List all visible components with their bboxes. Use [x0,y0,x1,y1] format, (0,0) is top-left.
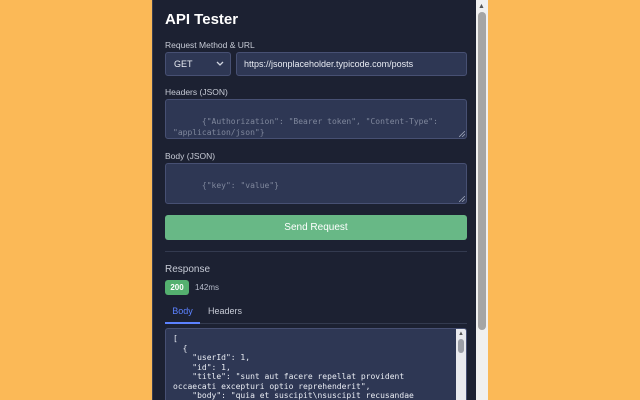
divider [165,251,467,252]
response-time: 142ms [195,283,220,292]
headers-placeholder: {"Authorization": "Bearer token", "Conte… [173,117,443,137]
api-tester-panel: API Tester Request Method & URL GET http… [152,0,488,400]
response-body-output: [ { "userId": 1, "id": 1, "title": "sunt… [165,328,467,400]
body-textarea[interactable]: {"key": "value"} [165,163,467,204]
method-select[interactable]: GET [165,52,231,76]
app-title: API Tester [165,11,239,28]
url-input[interactable]: https://jsonplaceholder.typicode.com/pos… [236,52,467,76]
method-url-label: Request Method & URL [165,40,255,50]
output-scrollbar[interactable]: ▲ [456,329,466,400]
send-request-button[interactable]: Send Request [165,215,467,240]
tab-body[interactable]: Body [165,306,200,324]
method-select-value: GET [174,59,193,69]
response-body-text: [ { "userId": 1, "id": 1, "title": "sunt… [173,334,414,400]
scroll-up-icon[interactable]: ▲ [458,331,464,337]
page-scrollbar[interactable]: ▲ [476,0,488,400]
tab-headers[interactable]: Headers [208,306,242,322]
response-tabs: Body Headers [165,302,467,324]
response-label: Response [165,264,211,275]
body-placeholder: {"key": "value"} [201,181,279,190]
scroll-up-icon[interactable]: ▲ [478,3,485,10]
status-badge: 200 [165,280,189,295]
headers-label: Headers (JSON) [165,87,228,97]
headers-textarea[interactable]: {"Authorization": "Bearer token", "Conte… [165,99,467,139]
resize-handle-icon[interactable] [459,131,465,137]
resize-handle-icon[interactable] [459,196,465,202]
output-scrollbar-thumb[interactable] [458,339,464,353]
body-label: Body (JSON) [165,151,216,161]
chevron-down-icon [216,53,224,84]
page-scrollbar-thumb[interactable] [478,12,486,330]
